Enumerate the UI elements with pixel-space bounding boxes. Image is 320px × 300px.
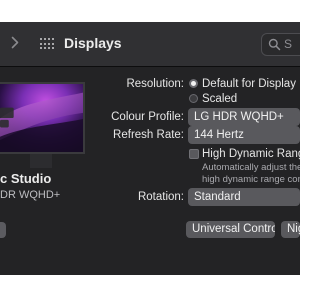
resolution-scaled-label[interactable]: Scaled bbox=[202, 92, 237, 106]
search-field[interactable]: S bbox=[261, 33, 300, 56]
display-name: c Studio bbox=[0, 171, 52, 186]
resolution-default-radio[interactable] bbox=[189, 79, 198, 88]
chevron-right-icon[interactable] bbox=[11, 36, 21, 50]
universal-control-button[interactable]: Universal Control... bbox=[186, 221, 275, 238]
resolution-default-label[interactable]: Default for Display bbox=[202, 77, 296, 91]
display-stand bbox=[30, 154, 52, 168]
system-preferences-window: Displays S c Studio DR WQHD+ Resolution:… bbox=[0, 22, 300, 275]
night-shift-button[interactable]: Nig bbox=[281, 221, 300, 238]
refresh-rate-label: Refresh Rate: bbox=[113, 129, 184, 141]
magnifying-glass-icon bbox=[268, 38, 281, 51]
window-title: Displays bbox=[64, 35, 122, 51]
hdr-label[interactable]: High Dynamic Range bbox=[202, 147, 300, 161]
grid-icon[interactable] bbox=[40, 38, 54, 49]
colour-profile-select[interactable]: LG HDR WQHD+ bbox=[188, 108, 300, 126]
rotation-label: Rotation: bbox=[137, 191, 184, 203]
display-preview bbox=[0, 82, 85, 154]
rotation-select[interactable]: Standard bbox=[188, 188, 300, 206]
colour-profile-label: Colour Profile: bbox=[111, 111, 184, 123]
toolbar: Displays S bbox=[0, 22, 300, 67]
hdr-note-line1: Automatically adjust the dis bbox=[202, 162, 300, 173]
resolution-scaled-radio[interactable] bbox=[189, 94, 198, 103]
display-settings-button[interactable] bbox=[0, 222, 6, 238]
refresh-rate-select[interactable]: 144 Hertz bbox=[188, 126, 300, 144]
resolution-label: Resolution: bbox=[126, 78, 184, 90]
hdr-checkbox[interactable] bbox=[189, 149, 199, 159]
hdr-note-line2: high dynamic range conten bbox=[202, 174, 300, 185]
screenshot-stage: Displays S c Studio DR WQHD+ Resolution:… bbox=[0, 0, 300, 300]
wallpaper-image bbox=[0, 84, 83, 152]
display-model: DR WQHD+ bbox=[0, 189, 61, 201]
search-placeholder: S bbox=[284, 37, 293, 51]
